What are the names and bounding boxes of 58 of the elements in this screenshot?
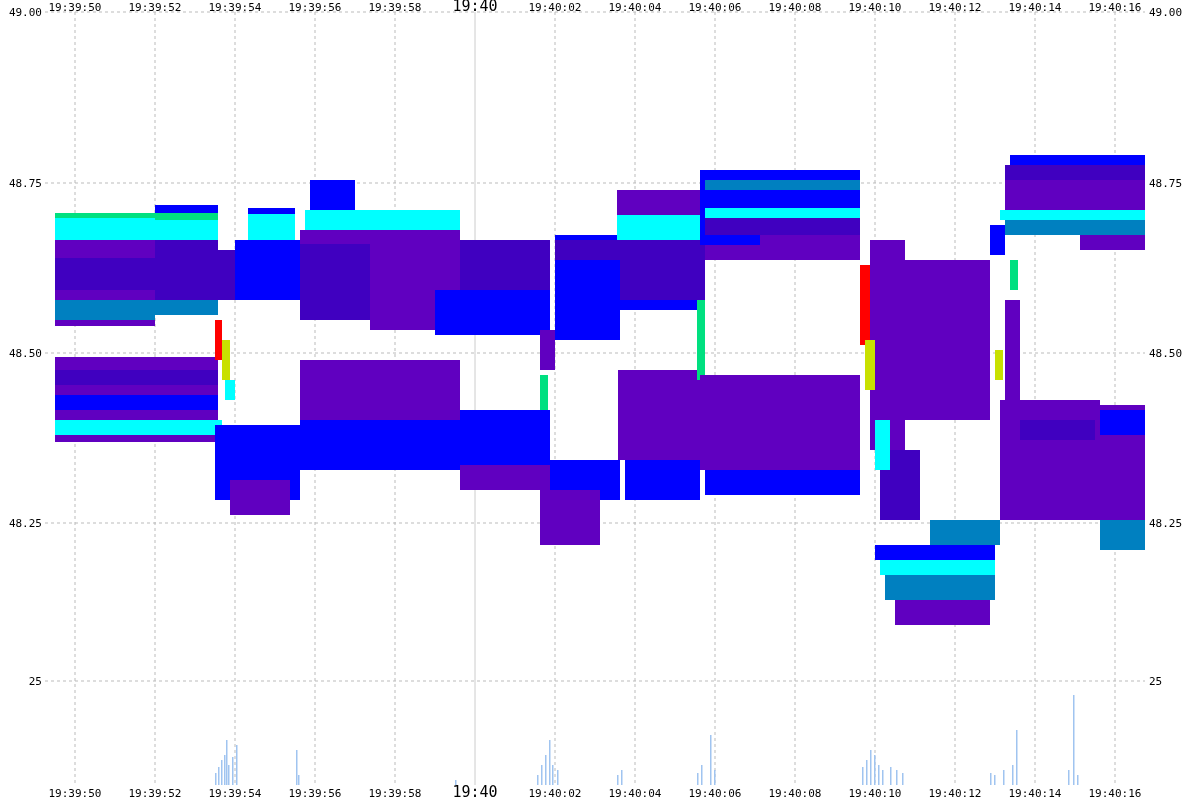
price-label: 49.00 bbox=[8, 6, 42, 19]
time-label: 19:40:10 bbox=[848, 1, 902, 14]
heatmap-cell bbox=[1100, 410, 1145, 435]
heatmap-cell bbox=[540, 490, 600, 545]
heatmap-cell bbox=[995, 350, 1003, 380]
time-label: 19:40:08 bbox=[768, 787, 822, 800]
heatmap-cell bbox=[155, 220, 218, 240]
time-label: 19:39:56 bbox=[288, 787, 342, 800]
price-label: 48.25 bbox=[8, 517, 42, 530]
heatmap-cell bbox=[248, 214, 295, 240]
time-label: 19:40 bbox=[452, 0, 498, 15]
time-label: 19:40:02 bbox=[528, 1, 582, 14]
time-label: 19:39:50 bbox=[48, 787, 102, 800]
heatmap-cell bbox=[875, 420, 890, 470]
heatmap-cell bbox=[1080, 235, 1145, 250]
heatmap-cell bbox=[540, 330, 555, 370]
heatmap-cell bbox=[555, 240, 620, 260]
price-label: 48.75 bbox=[8, 177, 42, 190]
time-label: 19:40:04 bbox=[608, 1, 662, 14]
heatmap-cell bbox=[1100, 520, 1145, 550]
heatmap-cell bbox=[230, 480, 290, 515]
price-label: 48.25 bbox=[1149, 517, 1183, 530]
time-label: 19:39:54 bbox=[208, 1, 262, 14]
price-label: 49.00 bbox=[1149, 6, 1183, 19]
price-label: 25 bbox=[28, 675, 42, 688]
heatmap-cell bbox=[1010, 260, 1018, 290]
time-label: 19:40:14 bbox=[1008, 1, 1062, 14]
time-label: 19:39:58 bbox=[368, 787, 422, 800]
time-label: 19:40:12 bbox=[928, 1, 982, 14]
heatmap-cell bbox=[865, 340, 875, 390]
time-label: 19:40:06 bbox=[688, 787, 742, 800]
price-label: 25 bbox=[1149, 675, 1163, 688]
heatmap-cell bbox=[930, 520, 1000, 545]
time-label: 19:40 bbox=[452, 783, 498, 800]
time-label: 19:39:50 bbox=[48, 1, 102, 14]
time-label: 19:40:16 bbox=[1088, 787, 1142, 800]
time-label: 19:40:10 bbox=[848, 787, 902, 800]
price-label: 48.50 bbox=[1149, 347, 1183, 360]
heatmap-cell bbox=[215, 250, 235, 300]
time-label: 19:39:56 bbox=[288, 1, 342, 14]
time-label: 19:40:04 bbox=[608, 787, 662, 800]
heatmap-cell bbox=[155, 300, 218, 315]
time-label: 19:40:02 bbox=[528, 787, 582, 800]
time-label: 19:39:52 bbox=[128, 787, 182, 800]
price-label: 48.75 bbox=[1149, 177, 1183, 190]
time-label: 19:39:58 bbox=[368, 1, 422, 14]
time-label: 19:40:06 bbox=[688, 1, 742, 14]
time-label: 19:40:14 bbox=[1008, 787, 1062, 800]
time-label: 19:40:16 bbox=[1088, 1, 1142, 14]
time-label: 19:40:08 bbox=[768, 1, 822, 14]
time-label: 19:39:52 bbox=[128, 1, 182, 14]
time-label: 19:39:54 bbox=[208, 787, 262, 800]
price-label: 48.50 bbox=[8, 347, 42, 360]
time-label: 19:40:12 bbox=[928, 787, 982, 800]
heatmap-cell bbox=[235, 240, 300, 300]
heatmap-cell bbox=[990, 225, 1005, 255]
heatmap-cell bbox=[880, 450, 920, 520]
heatmap-cell bbox=[225, 380, 235, 400]
